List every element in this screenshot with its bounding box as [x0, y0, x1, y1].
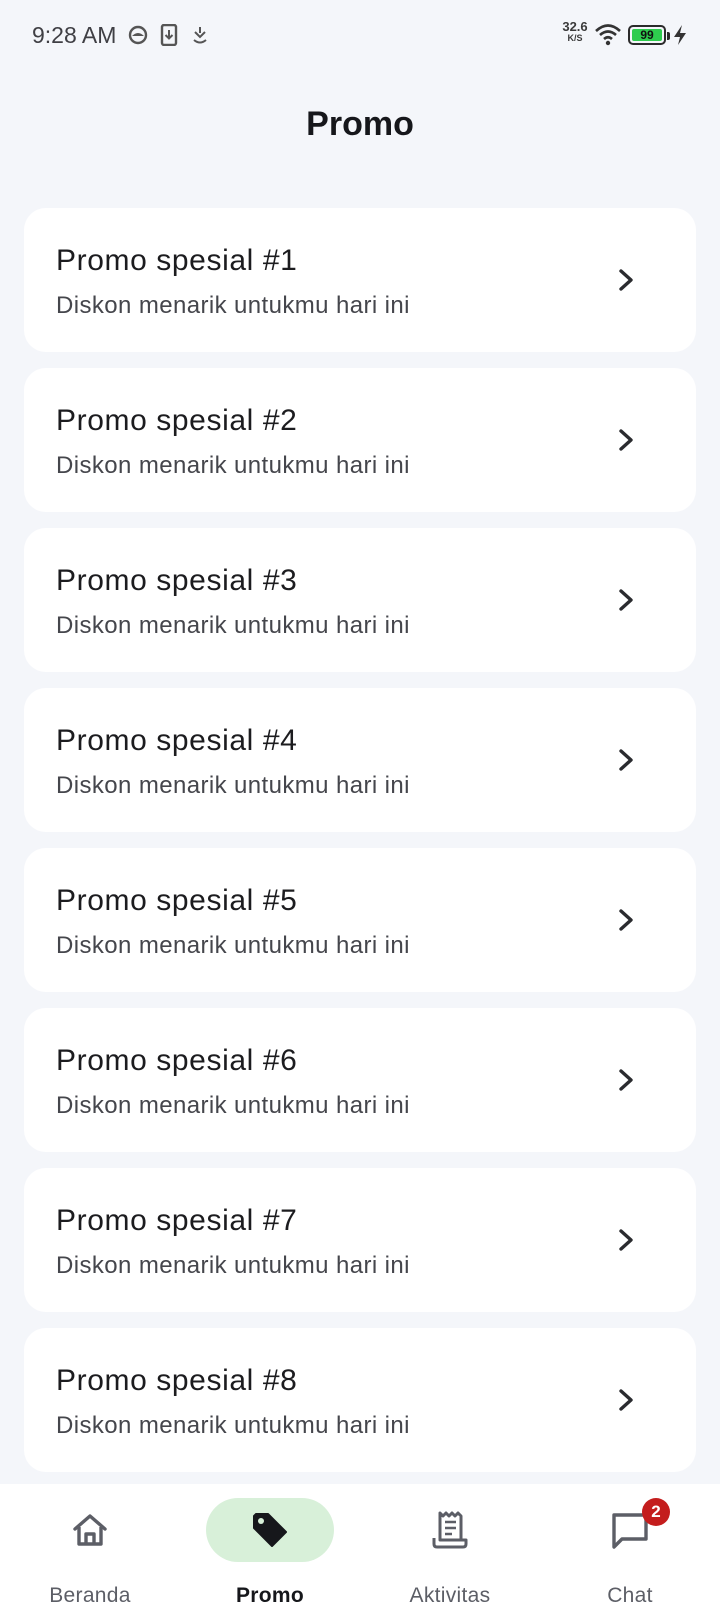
chevron-right-icon — [619, 1069, 633, 1091]
chevron-right-icon — [619, 1389, 633, 1411]
promo-title: Promo spesial #6 — [56, 1044, 298, 1077]
promo-subtitle: Diskon menarik untukmu hari ini — [56, 1412, 410, 1439]
chevron-right-icon — [619, 909, 633, 931]
wifi-icon — [595, 24, 621, 46]
promo-subtitle: Diskon menarik untukmu hari ini — [56, 612, 410, 639]
promo-subtitle: Diskon menarik untukmu hari ini — [56, 292, 410, 319]
promo-card-2[interactable]: Promo spesial #2 Diskon menarik untukmu … — [24, 368, 696, 512]
chevron-right-icon — [619, 1229, 633, 1251]
status-bar: 9:28 AM 32.6 K/S 99 — [0, 0, 720, 72]
network-speed-value: 32.6 — [562, 19, 588, 34]
chevron-right-icon — [619, 269, 633, 291]
nav-item-beranda[interactable]: Beranda — [0, 1484, 180, 1612]
promo-title: Promo spesial #8 — [56, 1364, 298, 1397]
promo-title: Promo spesial #2 — [56, 404, 298, 437]
promo-card-6[interactable]: Promo spesial #6 Diskon menarik untukmu … — [24, 1008, 696, 1152]
nav-label-chat: Chat — [607, 1584, 653, 1607]
battery-level: 99 — [632, 29, 662, 41]
promo-subtitle: Diskon menarik untukmu hari ini — [56, 1252, 410, 1279]
promo-card-3[interactable]: Promo spesial #3 Diskon menarik untukmu … — [24, 528, 696, 672]
promo-card-7[interactable]: Promo spesial #7 Diskon menarik untukmu … — [24, 1168, 696, 1312]
charging-icon — [674, 25, 686, 45]
bottom-navigation: Beranda Promo Aktivitas 2 Chat — [0, 1484, 720, 1612]
nav-item-aktivitas[interactable]: Aktivitas — [360, 1484, 540, 1612]
nav-label-promo: Promo — [235, 1584, 304, 1607]
network-speed: 32.6 K/S — [560, 20, 590, 43]
promo-title: Promo spesial #4 — [56, 724, 298, 757]
promo-card-8[interactable]: Promo spesial #8 Diskon menarik untukmu … — [24, 1328, 696, 1472]
page-title: Promo — [306, 105, 414, 143]
nav-item-chat[interactable]: 2 Chat — [540, 1484, 720, 1612]
chevron-right-icon — [619, 589, 633, 611]
promo-card-4[interactable]: Promo spesial #4 Diskon menarik untukmu … — [24, 688, 696, 832]
receipt-icon — [432, 1511, 468, 1549]
promo-subtitle: Diskon menarik untukmu hari ini — [56, 1092, 410, 1119]
promo-card-1[interactable]: Promo spesial #1 Diskon menarik untukmu … — [24, 208, 696, 352]
promo-title: Promo spesial #3 — [56, 564, 298, 597]
promo-card-5[interactable]: Promo spesial #5 Diskon menarik untukmu … — [24, 848, 696, 992]
headset-icon — [128, 25, 148, 45]
nav-item-promo[interactable]: Promo — [180, 1484, 360, 1612]
status-time: 9:28 AM — [32, 22, 117, 48]
tag-icon — [253, 1513, 287, 1547]
nav-label-beranda: Beranda — [49, 1584, 131, 1607]
promo-title: Promo spesial #7 — [56, 1204, 298, 1237]
location-icon — [193, 27, 207, 44]
nav-label-aktivitas: Aktivitas — [409, 1584, 491, 1607]
home-icon — [73, 1514, 107, 1546]
chat-badge: 2 — [642, 1498, 670, 1526]
chevron-right-icon — [619, 749, 633, 771]
promo-title: Promo spesial #1 — [56, 244, 298, 277]
download-icon — [160, 24, 178, 46]
promo-subtitle: Diskon menarik untukmu hari ini — [56, 452, 410, 479]
promo-title: Promo spesial #5 — [56, 884, 298, 917]
chevron-right-icon — [619, 429, 633, 451]
promo-subtitle: Diskon menarik untukmu hari ini — [56, 932, 410, 959]
network-speed-unit: K/S — [567, 33, 583, 43]
promo-list: Promo spesial #1 Diskon menarik untukmu … — [24, 208, 696, 1488]
promo-subtitle: Diskon menarik untukmu hari ini — [56, 772, 410, 799]
battery-icon: 99 — [628, 25, 670, 45]
